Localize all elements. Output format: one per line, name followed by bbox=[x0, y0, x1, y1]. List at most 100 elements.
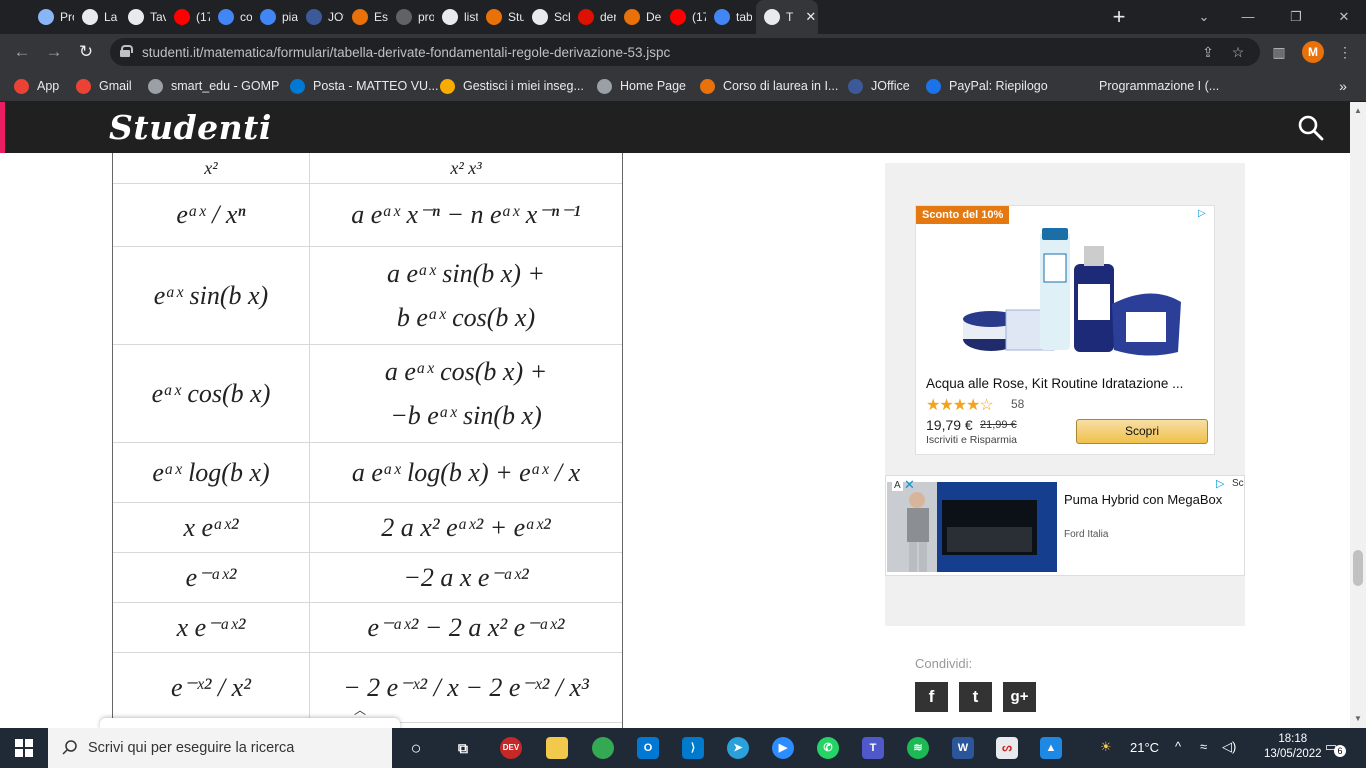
file-explorer-icon[interactable] bbox=[546, 737, 568, 759]
telegram-icon[interactable]: ➤ bbox=[727, 737, 749, 759]
bookmark-item[interactable]: Gmail bbox=[76, 70, 132, 102]
search-icon[interactable] bbox=[1297, 114, 1325, 142]
page-scrollbar[interactable]: ▲ ▼ bbox=[1350, 102, 1366, 728]
browser-tab[interactable]: Sche bbox=[524, 0, 570, 34]
pdf-app-icon[interactable]: ᔕ bbox=[996, 737, 1018, 759]
browser-tab[interactable]: Deri bbox=[616, 0, 662, 34]
browser-tab[interactable]: (176 bbox=[166, 0, 210, 34]
taskbar-search-placeholder[interactable]: Scrivi qui per eseguire la ricerca bbox=[88, 740, 294, 756]
url-text[interactable]: studenti.it/matematica/formulari/tabella… bbox=[142, 45, 670, 60]
bookmark-item[interactable]: Home Page bbox=[597, 70, 686, 102]
bookmark-item[interactable]: Posta - MATTEO VU... bbox=[290, 70, 438, 102]
derivative-cell: a eᵃˣ sin(b x) + b eᵃˣ cos(b x) bbox=[387, 258, 545, 332]
search-icon bbox=[62, 740, 77, 755]
twitter-share-button[interactable]: t bbox=[959, 682, 992, 712]
taskbar-clock[interactable]: 18:18 13/05/2022 bbox=[1264, 732, 1322, 762]
chrome-icon[interactable] bbox=[592, 737, 614, 759]
scroll-thumb[interactable] bbox=[1353, 550, 1363, 586]
outlook-icon[interactable]: O bbox=[637, 737, 659, 759]
weather-icon[interactable]: ☀ bbox=[1100, 739, 1112, 755]
chevron-up-icon[interactable]: ︿ bbox=[348, 700, 372, 720]
browser-tab[interactable]: JOffi bbox=[298, 0, 344, 34]
bookmark-item[interactable]: Gestisci i miei inseg... bbox=[440, 70, 584, 102]
bookmark-item[interactable]: PayPal: Riepilogo bbox=[926, 70, 1048, 102]
task-view-icon[interactable]: ⧉ bbox=[452, 737, 474, 759]
tab-title: JOffi bbox=[328, 10, 344, 24]
browser-tab[interactable]: com bbox=[210, 0, 252, 34]
close-window-icon[interactable]: ✕ bbox=[1333, 6, 1355, 28]
bookmark-item[interactable]: JOffice bbox=[848, 70, 910, 102]
chevron-up-tray-icon[interactable]: ^ bbox=[1175, 739, 1181, 754]
pi-icon bbox=[624, 9, 640, 25]
reload-icon[interactable]: ↻ bbox=[76, 42, 96, 62]
bookmark-favicon-icon bbox=[148, 78, 163, 94]
derivative-cell: −2 a x e⁻ᵃˣ² bbox=[403, 562, 529, 592]
scroll-up-arrow[interactable]: ▲ bbox=[1354, 106, 1362, 115]
more-bookmarks-icon[interactable]: » bbox=[1334, 77, 1352, 95]
browser-tab[interactable]: liste bbox=[434, 0, 478, 34]
bookmark-item[interactable]: Corso di laurea in I... bbox=[700, 70, 838, 102]
lock-icon[interactable] bbox=[120, 45, 133, 57]
zoom-icon[interactable]: ▶ bbox=[772, 737, 794, 759]
photos-icon[interactable]: ▲ bbox=[1040, 737, 1062, 759]
profile-avatar[interactable]: M bbox=[1302, 41, 1324, 63]
wifi-icon[interactable]: ≈ bbox=[1200, 739, 1207, 754]
amazon-ad[interactable]: Sconto del 10% ▷ Acqua alle Rose, Kit Ro… bbox=[915, 205, 1215, 455]
adchoices-icon[interactable]: ▷ bbox=[1198, 208, 1210, 220]
ford-ad[interactable]: A ✕ ▷ Sc Puma Hybrid con MegaBox Ford It… bbox=[885, 475, 1245, 576]
devcpp-icon[interactable]: DEV bbox=[500, 737, 522, 759]
minimize-icon[interactable]: — bbox=[1237, 6, 1259, 28]
weather-temp[interactable]: 21°C bbox=[1130, 740, 1159, 755]
browser-tab[interactable]: Stud bbox=[478, 0, 524, 34]
close-tab-icon[interactable]: ✕ bbox=[805, 9, 816, 25]
ad-product-title[interactable]: Acqua alle Rose, Kit Routine Idratazione… bbox=[926, 376, 1183, 391]
bookmark-favicon-icon bbox=[700, 78, 715, 94]
facebook-share-button[interactable]: f bbox=[915, 682, 948, 712]
car-ad-image bbox=[887, 482, 1057, 572]
browser-tab[interactable]: tabe bbox=[706, 0, 752, 34]
table-row: x² x² x³ bbox=[113, 153, 622, 184]
browser-tab[interactable]: Eser bbox=[344, 0, 388, 34]
share-page-icon[interactable]: ⇪ bbox=[1199, 43, 1217, 61]
bookmark-item[interactable]: Programmazione I (... bbox=[1076, 70, 1219, 102]
taskbar-search-box[interactable]: Scrivi qui per eseguire la ricerca bbox=[48, 728, 392, 768]
menu-dots-icon[interactable]: ⋮ bbox=[1336, 43, 1354, 61]
back-icon[interactable]: ← bbox=[12, 42, 32, 62]
site-logo[interactable]: Studenti bbox=[109, 108, 272, 147]
browser-tab[interactable]: (176 bbox=[662, 0, 706, 34]
bookmark-star-icon[interactable]: ☆ bbox=[1229, 43, 1247, 61]
address-bar[interactable]: studenti.it/matematica/formulari/tabella… bbox=[110, 38, 1260, 66]
ad-headline[interactable]: Puma Hybrid con MegaBox bbox=[1064, 492, 1222, 507]
bookmark-label: JOffice bbox=[871, 79, 910, 93]
ad-label: A bbox=[892, 480, 903, 491]
cortana-icon[interactable]: ○ bbox=[405, 737, 427, 759]
adchoices-icon[interactable]: ▷ bbox=[1216, 477, 1224, 490]
browser-tab[interactable]: prog bbox=[388, 0, 434, 34]
spotify-icon[interactable]: ≋ bbox=[907, 737, 929, 759]
browser-tab[interactable]: T ✕ bbox=[756, 0, 818, 34]
browser-tab[interactable]: Prov bbox=[30, 0, 74, 34]
teams-icon[interactable]: T bbox=[862, 737, 884, 759]
google-plus-share-button[interactable]: g+ bbox=[1003, 682, 1036, 712]
browser-tab[interactable]: piazz bbox=[252, 0, 298, 34]
browser-tab[interactable]: La d bbox=[74, 0, 120, 34]
browser-tab[interactable]: deriv bbox=[570, 0, 616, 34]
function-cell: x² bbox=[113, 153, 310, 183]
ad-cta-button[interactable]: Scopri bbox=[1076, 419, 1208, 444]
windows-start-icon[interactable] bbox=[15, 739, 33, 757]
function-cell: e⁻ˣ² / x² bbox=[113, 653, 310, 722]
browser-tab[interactable]: Tavo bbox=[120, 0, 166, 34]
word-icon[interactable]: W bbox=[952, 737, 974, 759]
tab-search-icon[interactable]: ⌄ bbox=[1193, 6, 1215, 28]
bookmark-item[interactable]: smart_edu - GOMP bbox=[148, 70, 279, 102]
scroll-down-arrow[interactable]: ▼ bbox=[1354, 714, 1362, 723]
volume-icon[interactable]: ◁) bbox=[1222, 739, 1236, 755]
whatsapp-icon[interactable]: ✆ bbox=[817, 737, 839, 759]
close-ad-icon[interactable]: ✕ bbox=[904, 477, 915, 493]
restore-icon[interactable]: ❐ bbox=[1285, 6, 1307, 28]
new-tab-button[interactable]: + bbox=[1108, 6, 1130, 28]
bookmark-item[interactable]: App bbox=[14, 70, 59, 102]
vscode-icon[interactable]: ⟩ bbox=[682, 737, 704, 759]
side-panel-icon[interactable]: ▥ bbox=[1270, 43, 1288, 61]
forward-icon[interactable]: → bbox=[44, 42, 64, 62]
